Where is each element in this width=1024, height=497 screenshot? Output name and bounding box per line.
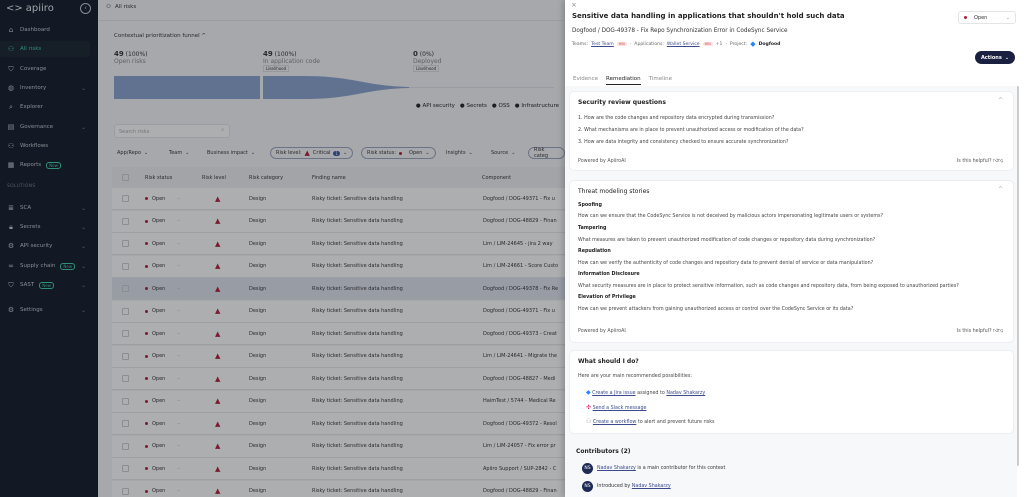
status-dropdown[interactable]: Open⌄ (958, 11, 1016, 24)
send-slack-message-link[interactable]: Send a Slack message (593, 406, 647, 411)
contributor-row: NSNadav Shakarzy is a main contributor f… (582, 463, 725, 474)
tab-evidence[interactable]: Evidence (573, 76, 598, 85)
avatar: NS (582, 463, 593, 474)
avatar: NS (582, 481, 593, 492)
workflow-icon: ⚇ (586, 418, 591, 425)
jira-icon: ◆ (750, 40, 755, 48)
slack-icon: ✣ (586, 404, 591, 411)
application-link[interactable]: Wallet Service (667, 42, 700, 47)
thumbs-down-icon[interactable]: 👎︎ (998, 329, 1003, 334)
risk-subtitle: Dogfood / DOG-49378 - Fix Repo Synchroni… (572, 28, 787, 34)
create-workflow-link[interactable]: Create a workflow (593, 420, 636, 425)
risk-details-drawer: × Sensitive data handling in application… (565, 0, 1024, 497)
what-should-i-do-card: What should I do? Here are your main rec… (569, 350, 1014, 434)
scrollbar[interactable] (1017, 86, 1019, 466)
risk-title: Sensitive data handling in applications … (572, 12, 845, 20)
modal-overlay[interactable] (0, 0, 565, 497)
threat-modeling-card: Threat modeling stories^ Spoofing How ca… (569, 180, 1014, 343)
security-review-card: Security review questions^ 1. How are th… (569, 91, 1014, 171)
create-jira-issue-link[interactable]: Create a Jira issue (592, 391, 635, 396)
assignee-link[interactable]: Nadav Shakarzy (666, 391, 705, 396)
contributors-title: Contributors (2) (576, 448, 631, 455)
collapse-icon[interactable]: ^ (998, 186, 1003, 193)
tab-remediation[interactable]: Remediation (606, 76, 641, 85)
close-icon[interactable]: × (571, 1, 577, 9)
team-link[interactable]: Test Team (591, 42, 614, 47)
tab-timeline[interactable]: Timeline (649, 76, 672, 85)
thumbs-down-icon[interactable]: 👎︎ (998, 159, 1003, 164)
actions-button[interactable]: Actions ⌄ (975, 51, 1015, 64)
jira-icon: ◆ (586, 389, 591, 396)
drawer-tabs: Evidence Remediation Timeline (573, 76, 672, 85)
risk-meta: Teams:Test TeamHBI · Applications:Wallet… (572, 40, 780, 48)
introduced-by-row: NSIntroduced by Nadav Shakarzy (582, 481, 671, 492)
collapse-icon[interactable]: ^ (998, 97, 1003, 104)
